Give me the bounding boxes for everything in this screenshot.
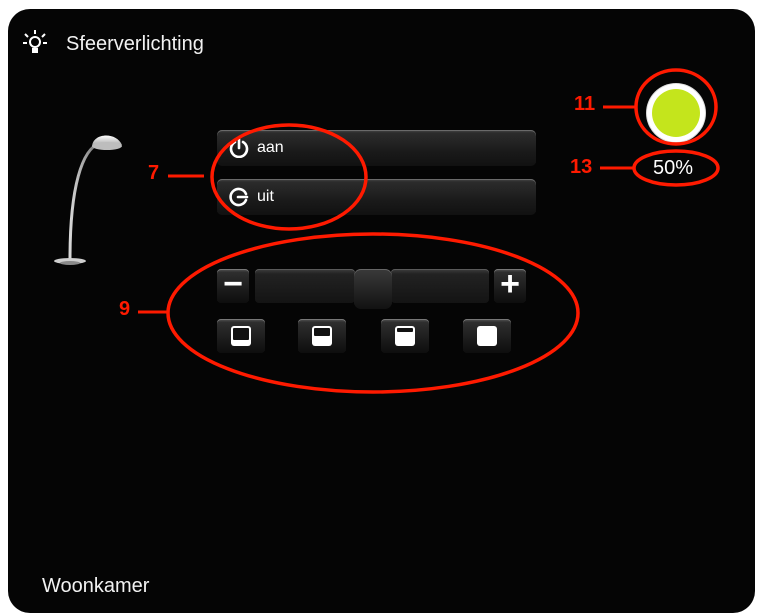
callout-9-ring	[166, 232, 580, 394]
callout-11-label: 11	[574, 93, 596, 115]
callout-7-ring	[210, 123, 368, 231]
callout-7-label: 7	[148, 162, 160, 184]
callout-11-ring	[634, 68, 718, 146]
annotation-overlay	[138, 68, 720, 394]
callout-13-ring	[632, 149, 720, 187]
callout-9-label: 9	[119, 298, 131, 320]
callout-13-label: 13	[570, 156, 593, 178]
